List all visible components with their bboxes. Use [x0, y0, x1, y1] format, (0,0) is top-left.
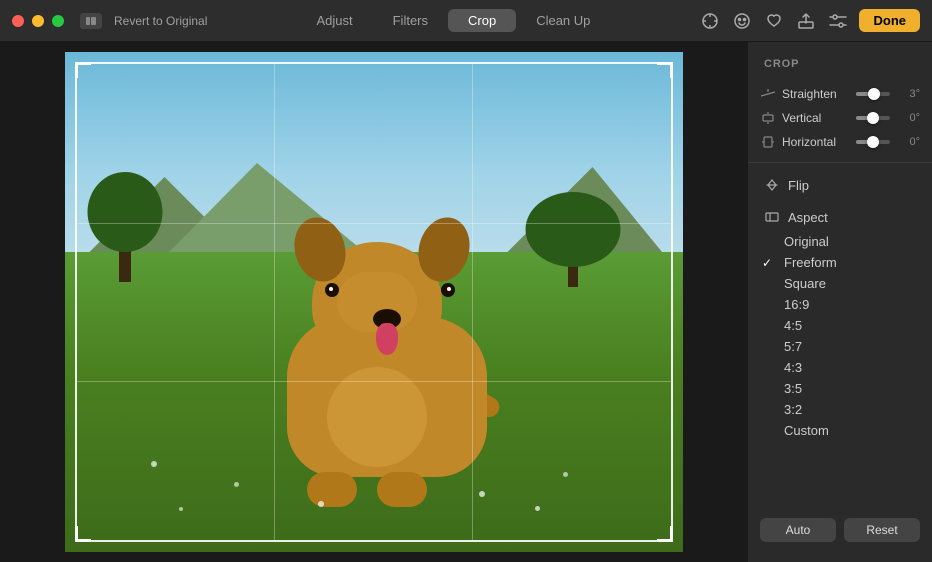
aspect-item-freeform[interactable]: ✓ Freeform [748, 252, 932, 273]
aspect-label-4-3: 4:3 [784, 360, 802, 375]
aspect-title: Aspect [788, 210, 828, 225]
close-button[interactable] [12, 15, 24, 27]
straighten-value: 3° [896, 88, 920, 100]
aspect-item-16-9[interactable]: 16:9 [748, 294, 932, 315]
flip-icon [764, 177, 780, 193]
straighten-slider-row: Straighten 3° [748, 82, 932, 106]
maximize-button[interactable] [52, 15, 64, 27]
adjust-icon[interactable] [827, 10, 849, 32]
share-icon[interactable] [795, 10, 817, 32]
photo-image [65, 52, 683, 552]
straighten-thumb[interactable] [868, 88, 880, 100]
right-panel: CROP Straighten 3° [747, 42, 932, 562]
horizontal-value: 0° [896, 136, 920, 148]
horizontal-thumb[interactable] [867, 136, 879, 148]
photo-container[interactable] [65, 52, 683, 552]
aspect-header[interactable]: Aspect [748, 205, 932, 231]
tab-adjust[interactable]: Adjust [296, 9, 372, 32]
horizontal-label: Horizontal [782, 135, 850, 149]
aspect-section: Aspect Original ✓ Freeform Square 16:9 [748, 199, 932, 447]
aspect-label-16-9: 16:9 [784, 297, 809, 312]
aspect-label-5-7: 5:7 [784, 339, 802, 354]
minimize-button[interactable] [32, 15, 44, 27]
titlebar-right: Done [699, 9, 920, 32]
checkmark-freeform: ✓ [762, 256, 776, 270]
flip-row[interactable]: Flip [748, 171, 932, 199]
tab-crop[interactable]: Crop [448, 9, 516, 32]
panel-footer: Auto Reset [748, 510, 932, 550]
vertical-value: 0° [896, 112, 920, 124]
vertical-slider[interactable] [856, 116, 890, 120]
aspect-item-3-5[interactable]: 3:5 [748, 378, 932, 399]
vertical-label: Vertical [782, 111, 850, 125]
vertical-slider-row: Vertical 0° [748, 106, 932, 130]
aspect-label-3-2: 3:2 [784, 402, 802, 417]
vertical-icon [760, 110, 776, 126]
location-icon[interactable] [699, 10, 721, 32]
done-button[interactable]: Done [859, 9, 920, 32]
traffic-lights [12, 15, 64, 27]
aspect-label-3-5: 3:5 [784, 381, 802, 396]
titlebar: Revert to Original Adjust Filters Crop C… [0, 0, 932, 42]
horizontal-icon [760, 134, 776, 150]
auto-button[interactable]: Auto [760, 518, 836, 542]
reset-button[interactable]: Reset [844, 518, 920, 542]
divider [748, 162, 932, 163]
aspect-item-custom[interactable]: Custom [748, 420, 932, 441]
flip-label: Flip [788, 178, 809, 193]
panel-title: CROP [748, 58, 932, 82]
aspect-label-square: Square [784, 276, 826, 291]
aspect-item-5-7[interactable]: 5:7 [748, 336, 932, 357]
aspect-label-original: Original [784, 234, 829, 249]
aspect-item-3-2[interactable]: 3:2 [748, 399, 932, 420]
window-controls [80, 13, 102, 29]
straighten-label: Straighten [782, 87, 850, 101]
aspect-label-4-5: 4:5 [784, 318, 802, 333]
aspect-label-freeform: Freeform [784, 255, 837, 270]
tab-cleanup[interactable]: Clean Up [516, 9, 610, 32]
horizontal-slider-row: Horizontal 0° [748, 130, 932, 154]
revert-button[interactable]: Revert to Original [114, 14, 207, 28]
aspect-item-square[interactable]: Square [748, 273, 932, 294]
horizontal-slider[interactable] [856, 140, 890, 144]
aspect-icon [764, 209, 780, 225]
aspect-item-4-5[interactable]: 4:5 [748, 315, 932, 336]
emoji-icon[interactable] [731, 10, 753, 32]
photo-area [0, 42, 747, 562]
straighten-icon [760, 86, 776, 102]
nav-tabs: Adjust Filters Crop Clean Up [296, 9, 610, 32]
aspect-item-4-3[interactable]: 4:3 [748, 357, 932, 378]
aspect-label-custom: Custom [784, 423, 829, 438]
tab-filters[interactable]: Filters [373, 9, 448, 32]
vertical-thumb[interactable] [867, 112, 879, 124]
main-content: CROP Straighten 3° [0, 42, 932, 562]
sidebar-toggle[interactable] [80, 13, 102, 29]
straighten-slider[interactable] [856, 92, 890, 96]
aspect-item-original[interactable]: Original [748, 231, 932, 252]
heart-icon[interactable] [763, 10, 785, 32]
